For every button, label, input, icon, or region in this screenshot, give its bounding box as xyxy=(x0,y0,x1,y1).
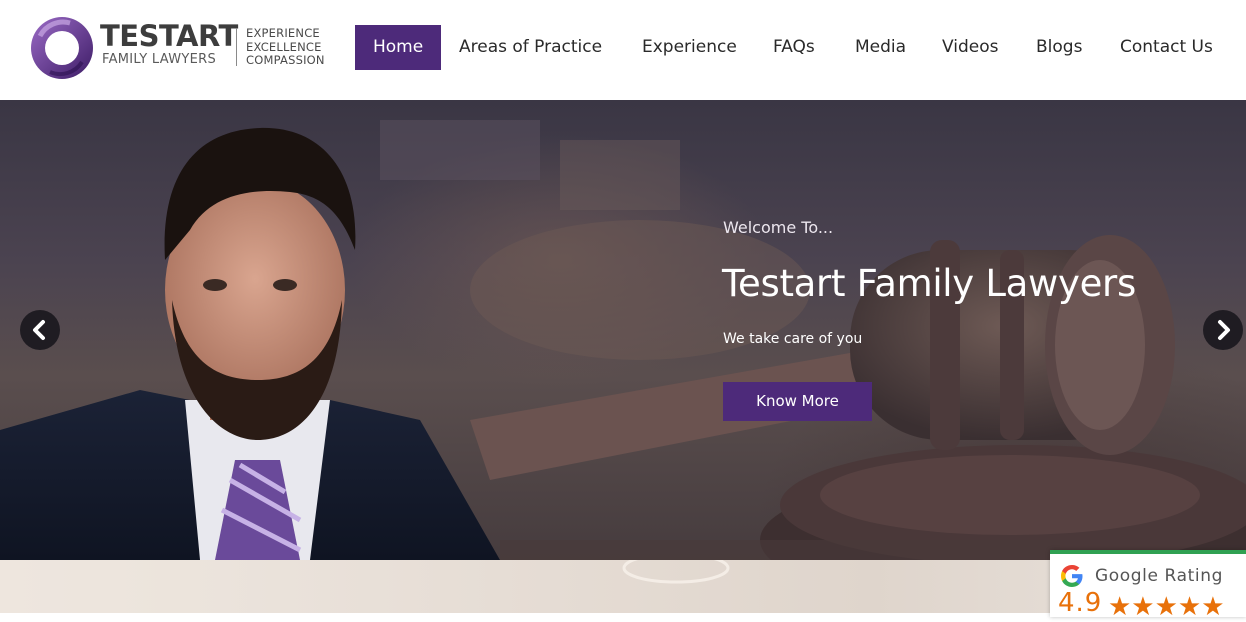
site-logo[interactable]: TESTART FAMILY LAWYERS EXPERIENCE EXCELL… xyxy=(30,14,330,80)
hero-pre-title: Welcome To... xyxy=(723,218,834,237)
rating-score: 4.9 xyxy=(1058,588,1103,618)
hero-slider: Welcome To... Testart Family Lawyers We … xyxy=(0,100,1246,560)
tagline-line: EXPERIENCE xyxy=(246,26,320,40)
logo-subtitle: FAMILY LAWYERS xyxy=(102,52,217,67)
nav-item-videos[interactable]: Videos xyxy=(942,25,999,70)
chevron-right-icon xyxy=(1218,320,1230,340)
know-more-button[interactable]: Know More xyxy=(723,382,872,421)
tagline-line: COMPASSION xyxy=(246,53,325,67)
rating-stars: ★★★★★ xyxy=(1108,592,1225,622)
nav-item-contact-us[interactable]: Contact Us xyxy=(1120,25,1213,70)
nav-item-blogs[interactable]: Blogs xyxy=(1036,25,1082,70)
logo-divider xyxy=(236,28,237,66)
site-header: TESTART FAMILY LAWYERS EXPERIENCE EXCELL… xyxy=(0,0,1246,100)
logo-brand-name: TESTART xyxy=(100,19,238,53)
slider-next-button[interactable] xyxy=(1203,310,1243,350)
nav-item-faqs[interactable]: FAQs xyxy=(773,25,815,70)
google-g-icon xyxy=(1061,565,1083,587)
hero-subtitle: We take care of you xyxy=(723,331,863,347)
google-rating-widget[interactable]: Google Rating 4.9 ★★★★★ xyxy=(1050,550,1246,622)
nav-item-areas-of-practice[interactable]: Areas of Practice xyxy=(459,25,602,70)
rating-label: Google Rating xyxy=(1095,566,1223,586)
nav-item-experience[interactable]: Experience xyxy=(642,25,737,70)
hero-title: Testart Family Lawyers xyxy=(722,262,1136,305)
slider-prev-button[interactable] xyxy=(20,310,60,350)
hero-background-image xyxy=(0,120,1246,560)
nav-item-home[interactable]: Home xyxy=(355,25,442,70)
logo-ring-icon xyxy=(31,17,93,79)
tagline-line: EXCELLENCE xyxy=(246,39,322,54)
logo-tagline: EXPERIENCE EXCELLENCE COMPASSION xyxy=(246,26,325,68)
chevron-left-icon xyxy=(33,320,45,340)
nav-item-media[interactable]: Media xyxy=(855,25,906,70)
